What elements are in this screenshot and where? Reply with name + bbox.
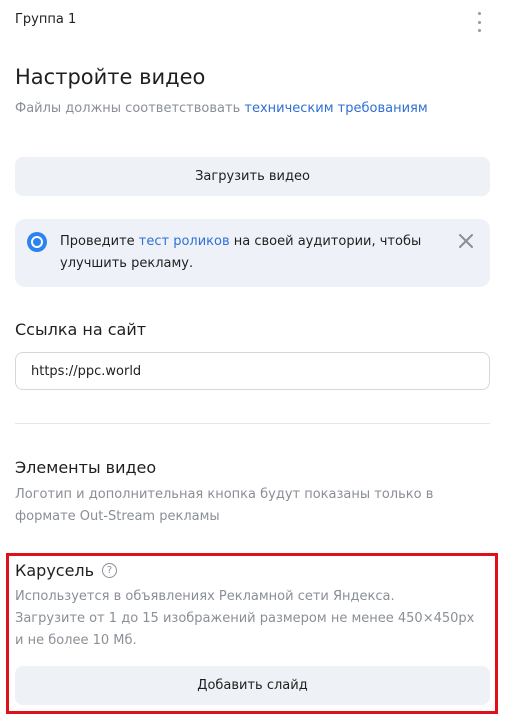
page-title: Настройте видео xyxy=(15,65,206,89)
site-url-input[interactable] xyxy=(15,352,490,390)
divider xyxy=(15,423,490,424)
carousel-description-line: Используется в объявлениях Рекламной сет… xyxy=(15,589,395,604)
group-title: Группа 1 xyxy=(15,12,77,27)
notice-text: Проведите тест роликов на своей аудитори… xyxy=(60,231,440,275)
close-icon[interactable] xyxy=(456,231,476,251)
more-vertical-icon[interactable] xyxy=(472,12,486,32)
question-circle-icon[interactable]: ? xyxy=(102,563,117,578)
add-slide-button[interactable]: Добавить слайд xyxy=(15,666,490,705)
carousel-description-line: и не более 10 Мб. xyxy=(15,633,137,648)
carousel-description: Используется в объявлениях Рекламной сет… xyxy=(15,586,485,652)
carousel-title: Карусель xyxy=(15,561,95,580)
video-elements-title: Элементы видео xyxy=(15,458,157,477)
notice-text-before: Проведите xyxy=(60,234,139,249)
video-requirements-subtitle: Файлы должны соответствовать техническим… xyxy=(15,101,428,116)
video-elements-description: Логотип и дополнительная кнопка будут по… xyxy=(15,487,434,524)
info-circle-icon xyxy=(27,232,47,252)
carousel-description-line: Загрузите от 1 до 15 изображений размеро… xyxy=(15,611,475,626)
test-videos-notice: Проведите тест роликов на своей аудитори… xyxy=(15,219,490,287)
test-videos-link[interactable]: тест роликов xyxy=(139,234,230,249)
tech-requirements-link[interactable]: техническим требованиям xyxy=(244,101,427,116)
upload-video-button[interactable]: Загрузить видео xyxy=(15,157,490,196)
subtitle-text: Файлы должны соответствовать xyxy=(15,101,245,116)
site-link-title: Ссылка на сайт xyxy=(15,320,147,339)
